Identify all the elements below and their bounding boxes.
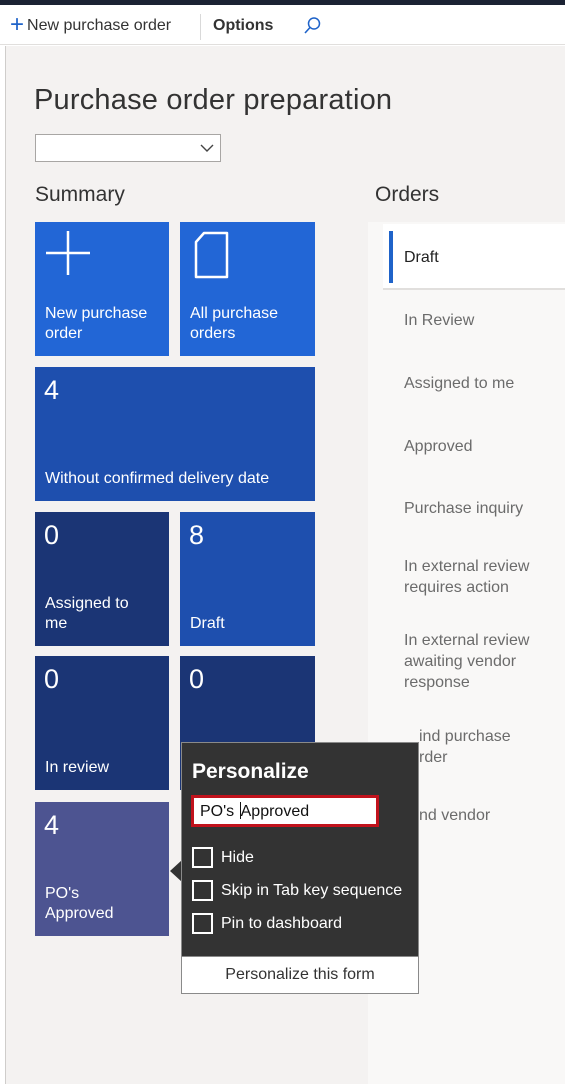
plus-icon xyxy=(46,231,90,275)
pin-dashboard-label: Pin to dashboard xyxy=(221,914,342,932)
tile-without-confirmed-delivery-date[interactable]: 4 Without confirmed delivery date xyxy=(35,367,315,501)
document-icon xyxy=(194,231,229,279)
new-purchase-order-button[interactable]: + New purchase order xyxy=(10,13,171,39)
tile-in-review[interactable]: 0 In review xyxy=(35,656,169,790)
tile-count: 0 xyxy=(189,664,205,694)
new-purchase-order-label: New purchase order xyxy=(27,17,172,34)
tile-label: PO's Approved xyxy=(45,885,114,922)
order-item-purchase-inquiry[interactable]: Purchase inquiry xyxy=(404,498,554,519)
workspace-filter-dropdown[interactable] xyxy=(35,134,221,162)
options-tab[interactable]: Options xyxy=(213,13,273,39)
tile-count: 0 xyxy=(44,664,60,694)
order-item-external-review-awaiting[interactable]: In external review awaiting vendor respo… xyxy=(404,630,549,693)
orders-title: Orders xyxy=(375,183,440,206)
tile-pos-approved[interactable]: 4 PO's Approved xyxy=(35,802,169,936)
tile-count: 8 xyxy=(189,520,205,550)
tile-label: Draft xyxy=(190,615,225,632)
tile-label: Without confirmed delivery date xyxy=(45,470,270,487)
search-button[interactable] xyxy=(302,16,322,36)
order-item-find-purchase-order[interactable]: ind purchase rder xyxy=(419,726,529,768)
action-bar: + New purchase order Options xyxy=(0,5,565,45)
tile-label: All purchase orders xyxy=(190,305,279,342)
skip-tab-option[interactable]: Skip in Tab key sequence xyxy=(192,880,402,901)
tile-label: Assigned to me xyxy=(45,595,129,632)
personalize-title: Personalize xyxy=(192,760,309,783)
selected-indicator xyxy=(389,231,393,283)
order-item-approved[interactable]: Approved xyxy=(404,436,554,457)
tile-count: 0 xyxy=(44,520,60,550)
order-item-draft[interactable]: Draft xyxy=(404,247,554,268)
hide-option[interactable]: Hide xyxy=(192,847,254,868)
tile-all-purchase-orders[interactable]: All purchase orders xyxy=(180,222,315,356)
skip-tab-checkbox[interactable] xyxy=(192,880,213,901)
tile-label: In review xyxy=(45,759,110,776)
tile-name-input[interactable]: PO's Approved xyxy=(191,795,379,827)
tile-count: 4 xyxy=(44,810,60,840)
hide-checkbox[interactable] xyxy=(192,847,213,868)
tile-count: 4 xyxy=(44,375,60,405)
input-text-before-caret: PO's xyxy=(200,803,239,820)
tile-draft[interactable]: 8 Draft xyxy=(180,512,315,646)
order-item-find-vendor[interactable]: nd vendor xyxy=(419,805,565,826)
order-item-assigned-to-me[interactable]: Assigned to me xyxy=(404,373,554,394)
plus-icon: + xyxy=(10,11,25,38)
personalize-popup: Personalize PO's Approved Hide Skip in T… xyxy=(181,742,419,994)
personalize-this-form-button[interactable]: Personalize this form xyxy=(182,956,418,993)
hide-label: Hide xyxy=(221,848,254,866)
tile-new-purchase-order[interactable]: New purchase order xyxy=(35,222,169,356)
search-icon xyxy=(304,17,321,34)
order-item-in-review[interactable]: In Review xyxy=(404,310,554,331)
skip-tab-label: Skip in Tab key sequence xyxy=(221,881,403,899)
pin-dashboard-checkbox[interactable] xyxy=(192,913,213,934)
tile-assigned-to-me[interactable]: 0 Assigned to me xyxy=(35,512,169,646)
action-bar-divider xyxy=(200,14,201,40)
order-item-external-review-action[interactable]: In external review requires action xyxy=(404,556,549,598)
summary-title: Summary xyxy=(35,183,125,206)
input-text-after-caret: Approved xyxy=(240,803,310,820)
page-title: Purchase order preparation xyxy=(34,84,393,116)
tile-label: New purchase order xyxy=(45,305,148,342)
chevron-down-icon xyxy=(200,144,214,152)
pin-dashboard-option[interactable]: Pin to dashboard xyxy=(192,913,342,934)
